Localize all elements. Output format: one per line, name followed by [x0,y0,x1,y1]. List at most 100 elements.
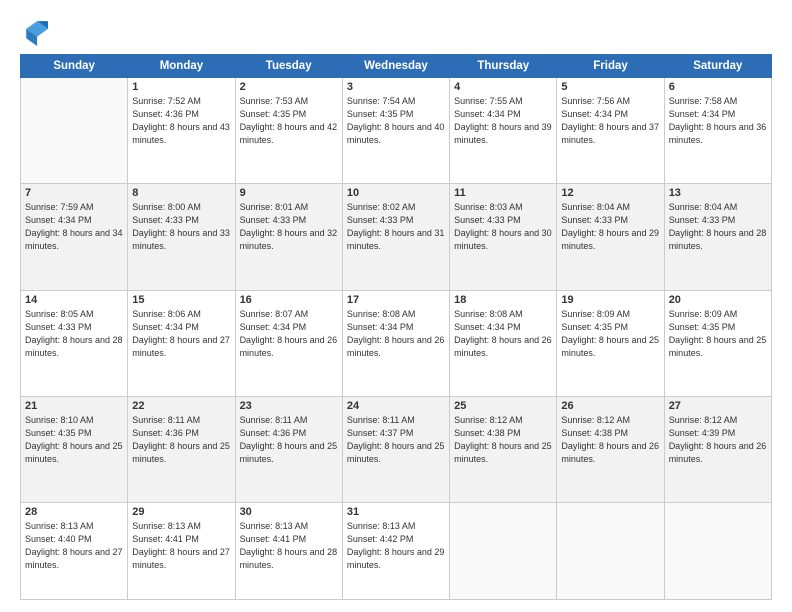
weekday-header-tuesday: Tuesday [235,55,342,78]
day-number: 2 [240,81,338,93]
day-info: Sunrise: 8:03 AMSunset: 4:33 PMDaylight:… [454,201,552,253]
weekday-header-sunday: Sunday [21,55,128,78]
day-number: 22 [132,400,230,412]
day-number: 24 [347,400,445,412]
calendar-cell: 25 Sunrise: 8:12 AMSunset: 4:38 PMDayligh… [450,396,557,502]
day-number: 17 [347,294,445,306]
calendar-cell: 16 Sunrise: 8:07 AMSunset: 4:34 PMDayligh… [235,290,342,396]
day-number: 20 [669,294,767,306]
day-number: 3 [347,81,445,93]
calendar-cell: 6 Sunrise: 7:58 AMSunset: 4:34 PMDaylight… [664,78,771,184]
day-info: Sunrise: 7:55 AMSunset: 4:34 PMDaylight:… [454,95,552,147]
calendar-cell [557,503,664,600]
day-info: Sunrise: 8:06 AMSunset: 4:34 PMDaylight:… [132,308,230,360]
calendar-page: SundayMondayTuesdayWednesdayThursdayFrid… [0,0,792,612]
calendar-cell: 13 Sunrise: 8:04 AMSunset: 4:33 PMDayligh… [664,184,771,290]
calendar-cell: 12 Sunrise: 8:04 AMSunset: 4:33 PMDayligh… [557,184,664,290]
day-number: 16 [240,294,338,306]
day-number: 5 [561,81,659,93]
day-number: 19 [561,294,659,306]
day-info: Sunrise: 7:54 AMSunset: 4:35 PMDaylight:… [347,95,445,147]
calendar-cell: 27 Sunrise: 8:12 AMSunset: 4:39 PMDayligh… [664,396,771,502]
calendar-week-5: 28 Sunrise: 8:13 AMSunset: 4:40 PMDayligh… [21,503,772,600]
day-info: Sunrise: 7:59 AMSunset: 4:34 PMDaylight:… [25,201,123,253]
calendar-cell: 11Sunrise: 8:03 AMSunset: 4:33 PMDayligh… [450,184,557,290]
day-info: Sunrise: 8:11 AMSunset: 4:36 PMDaylight:… [132,414,230,466]
day-info: Sunrise: 8:11 AMSunset: 4:37 PMDaylight:… [347,414,445,466]
day-info: Sunrise: 8:10 AMSunset: 4:35 PMDaylight:… [25,414,123,466]
calendar-cell: 2 Sunrise: 7:53 AMSunset: 4:35 PMDaylight… [235,78,342,184]
calendar-cell: 18 Sunrise: 8:08 AMSunset: 4:34 PMDayligh… [450,290,557,396]
weekday-header-wednesday: Wednesday [342,55,449,78]
header [20,18,772,46]
weekday-header-row: SundayMondayTuesdayWednesdayThursdayFrid… [21,55,772,78]
calendar-cell: 10 Sunrise: 8:02 AMSunset: 4:33 PMDayligh… [342,184,449,290]
calendar-cell [664,503,771,600]
calendar-cell [21,78,128,184]
weekday-header-saturday: Saturday [664,55,771,78]
day-number: 7 [25,187,123,199]
day-info: Sunrise: 8:12 AMSunset: 4:38 PMDaylight:… [454,414,552,466]
calendar-cell: 24 Sunrise: 8:11 AMSunset: 4:37 PMDayligh… [342,396,449,502]
day-info: Sunrise: 7:52 AMSunset: 4:36 PMDaylight:… [132,95,230,147]
day-info: Sunrise: 8:13 AMSunset: 4:40 PMDaylight:… [25,520,123,572]
calendar-cell: 29 Sunrise: 8:13 AMSunset: 4:41 PMDayligh… [128,503,235,600]
day-info: Sunrise: 8:02 AMSunset: 4:33 PMDaylight:… [347,201,445,253]
day-number: 29 [132,506,230,518]
calendar-week-2: 7 Sunrise: 7:59 AMSunset: 4:34 PMDaylight… [21,184,772,290]
day-info: Sunrise: 8:08 AMSunset: 4:34 PMDaylight:… [347,308,445,360]
day-info: Sunrise: 7:53 AMSunset: 4:35 PMDaylight:… [240,95,338,147]
calendar-cell: 4Sunrise: 7:55 AMSunset: 4:34 PMDaylight… [450,78,557,184]
day-info: Sunrise: 8:12 AMSunset: 4:39 PMDaylight:… [669,414,767,466]
day-number: 15 [132,294,230,306]
day-info: Sunrise: 8:08 AMSunset: 4:34 PMDaylight:… [454,308,552,360]
day-number: 25 [454,400,552,412]
day-info: Sunrise: 8:04 AMSunset: 4:33 PMDaylight:… [561,201,659,253]
calendar-cell: 15 Sunrise: 8:06 AMSunset: 4:34 PMDayligh… [128,290,235,396]
day-number: 9 [240,187,338,199]
day-number: 23 [240,400,338,412]
day-number: 10 [347,187,445,199]
calendar-cell: 7 Sunrise: 7:59 AMSunset: 4:34 PMDaylight… [21,184,128,290]
day-number: 27 [669,400,767,412]
calendar-cell: 17 Sunrise: 8:08 AMSunset: 4:34 PMDayligh… [342,290,449,396]
day-number: 13 [669,187,767,199]
day-info: Sunrise: 8:11 AMSunset: 4:36 PMDaylight:… [240,414,338,466]
day-info: Sunrise: 8:00 AMSunset: 4:33 PMDaylight:… [132,201,230,253]
weekday-header-monday: Monday [128,55,235,78]
calendar-cell: 19Sunrise: 8:09 AMSunset: 4:35 PMDayligh… [557,290,664,396]
day-number: 28 [25,506,123,518]
day-number: 30 [240,506,338,518]
day-info: Sunrise: 8:01 AMSunset: 4:33 PMDaylight:… [240,201,338,253]
calendar-cell [450,503,557,600]
logo-icon [20,18,48,46]
day-info: Sunrise: 8:05 AMSunset: 4:33 PMDaylight:… [25,308,123,360]
day-number: 14 [25,294,123,306]
weekday-header-friday: Friday [557,55,664,78]
day-info: Sunrise: 8:07 AMSunset: 4:34 PMDaylight:… [240,308,338,360]
calendar-cell: 3 Sunrise: 7:54 AMSunset: 4:35 PMDaylight… [342,78,449,184]
day-info: Sunrise: 7:56 AMSunset: 4:34 PMDaylight:… [561,95,659,147]
day-number: 8 [132,187,230,199]
calendar-cell: 5 Sunrise: 7:56 AMSunset: 4:34 PMDaylight… [557,78,664,184]
day-number: 26 [561,400,659,412]
day-info: Sunrise: 8:13 AMSunset: 4:42 PMDaylight:… [347,520,445,572]
day-info: Sunrise: 8:13 AMSunset: 4:41 PMDaylight:… [240,520,338,572]
calendar-cell: 20Sunrise: 8:09 AMSunset: 4:35 PMDayligh… [664,290,771,396]
calendar-cell: 28 Sunrise: 8:13 AMSunset: 4:40 PMDayligh… [21,503,128,600]
day-number: 18 [454,294,552,306]
calendar-cell: 8 Sunrise: 8:00 AMSunset: 4:33 PMDaylight… [128,184,235,290]
calendar-table: SundayMondayTuesdayWednesdayThursdayFrid… [20,54,772,600]
day-number: 6 [669,81,767,93]
weekday-header-thursday: Thursday [450,55,557,78]
day-number: 31 [347,506,445,518]
calendar-cell: 14 Sunrise: 8:05 AMSunset: 4:33 PMDayligh… [21,290,128,396]
calendar-cell: 23 Sunrise: 8:11 AMSunset: 4:36 PMDayligh… [235,396,342,502]
day-info: Sunrise: 8:04 AMSunset: 4:33 PMDaylight:… [669,201,767,253]
day-info: Sunrise: 8:12 AMSunset: 4:38 PMDaylight:… [561,414,659,466]
day-number: 12 [561,187,659,199]
day-info: Sunrise: 8:13 AMSunset: 4:41 PMDaylight:… [132,520,230,572]
calendar-cell: 22 Sunrise: 8:11 AMSunset: 4:36 PMDayligh… [128,396,235,502]
day-number: 1 [132,81,230,93]
day-info: Sunrise: 7:58 AMSunset: 4:34 PMDaylight:… [669,95,767,147]
